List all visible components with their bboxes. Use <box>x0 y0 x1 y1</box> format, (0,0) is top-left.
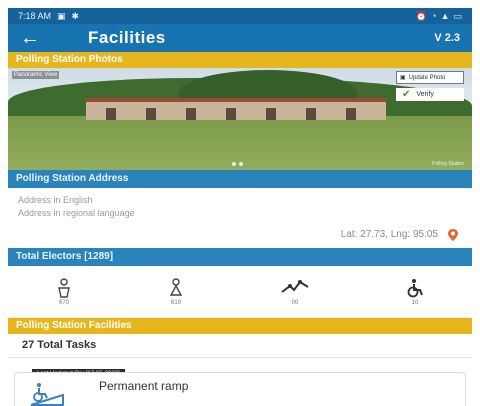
female-icon <box>169 277 183 296</box>
status-bar: 7:18 AM ▣ ✱ ⏰ ◔ ▲ ▭ <box>8 8 472 24</box>
lat-lng-label: Lat: 27.73, Lng: 95.05 <box>340 229 438 240</box>
facilities-section-header: Polling Station Facilities <box>8 318 472 334</box>
photo-view-label: Panoramic View <box>12 71 60 79</box>
electors-row: 670 619 00 10 <box>8 266 472 318</box>
elector-female-count: 619 <box>170 299 181 306</box>
elector-male: 670 <box>56 277 72 306</box>
map-pin-icon[interactable] <box>446 228 460 242</box>
signal-icon: ▲ <box>440 11 450 21</box>
address-english: Address in English <box>18 195 93 205</box>
elector-disabled: 10 <box>406 278 424 306</box>
electors-section-header: Total Electors [1289] <box>8 248 472 266</box>
version-label: V 2.3 <box>434 32 460 44</box>
wheelchair-icon <box>407 278 423 297</box>
address-regional: Address in regional language <box>18 208 135 218</box>
male-icon <box>58 277 70 298</box>
update-photo-label: Update Photo <box>408 74 446 81</box>
arrow-left-icon[interactable]: ← <box>20 28 60 48</box>
photos-section-header: Polling Station Photos <box>8 52 472 68</box>
battery-icon: ▭ <box>453 10 462 21</box>
polling-station-photo[interactable]: Panoramic View ▣ Update Photo ✔ Verify P… <box>8 68 472 170</box>
ramp-icon <box>30 383 64 406</box>
app-bar: ← Facilities V 2.3 <box>8 24 472 52</box>
app-screen: 7:18 AM ▣ ✱ ⏰ ◔ ▲ ▭ ← Facilities V 2.3 P… <box>8 8 472 406</box>
update-photo-button[interactable]: ▣ Update Photo <box>396 71 464 84</box>
bluetooth-icon: ✱ <box>71 10 80 21</box>
carousel-dots[interactable] <box>232 162 243 166</box>
building-image <box>86 98 386 120</box>
elector-third-gender-count: 00 <box>291 299 299 306</box>
photo-caption: Polling Station <box>432 161 464 167</box>
third-gender-icon <box>281 279 309 293</box>
total-tasks: 27 Total Tasks <box>8 334 472 358</box>
alarm-icon: ⏰ <box>415 10 428 21</box>
sim-icon: ▣ <box>57 10 66 21</box>
elector-male-count: 670 <box>58 299 69 306</box>
status-time: 7:18 AM <box>18 11 52 21</box>
elector-disabled-count: 10 <box>411 299 419 306</box>
elector-third-gender: 00 <box>280 278 310 306</box>
facility-card-permanent-ramp[interactable]: Permanent ramp <box>14 372 466 406</box>
verify-label: Verify <box>416 91 434 98</box>
wifi-icon: ◔ <box>431 11 437 21</box>
address-section-header: Polling Station Address <box>8 170 472 188</box>
elector-female: 619 <box>168 277 184 306</box>
verify-button[interactable]: ✔ Verify <box>396 88 464 101</box>
facility-label: Permanent ramp <box>99 379 189 393</box>
camera-icon: ▣ <box>400 75 406 81</box>
check-icon: ✔ <box>402 89 411 100</box>
page-title: Facilities <box>88 28 166 47</box>
address-block: Address in English Address in regional l… <box>8 188 472 248</box>
